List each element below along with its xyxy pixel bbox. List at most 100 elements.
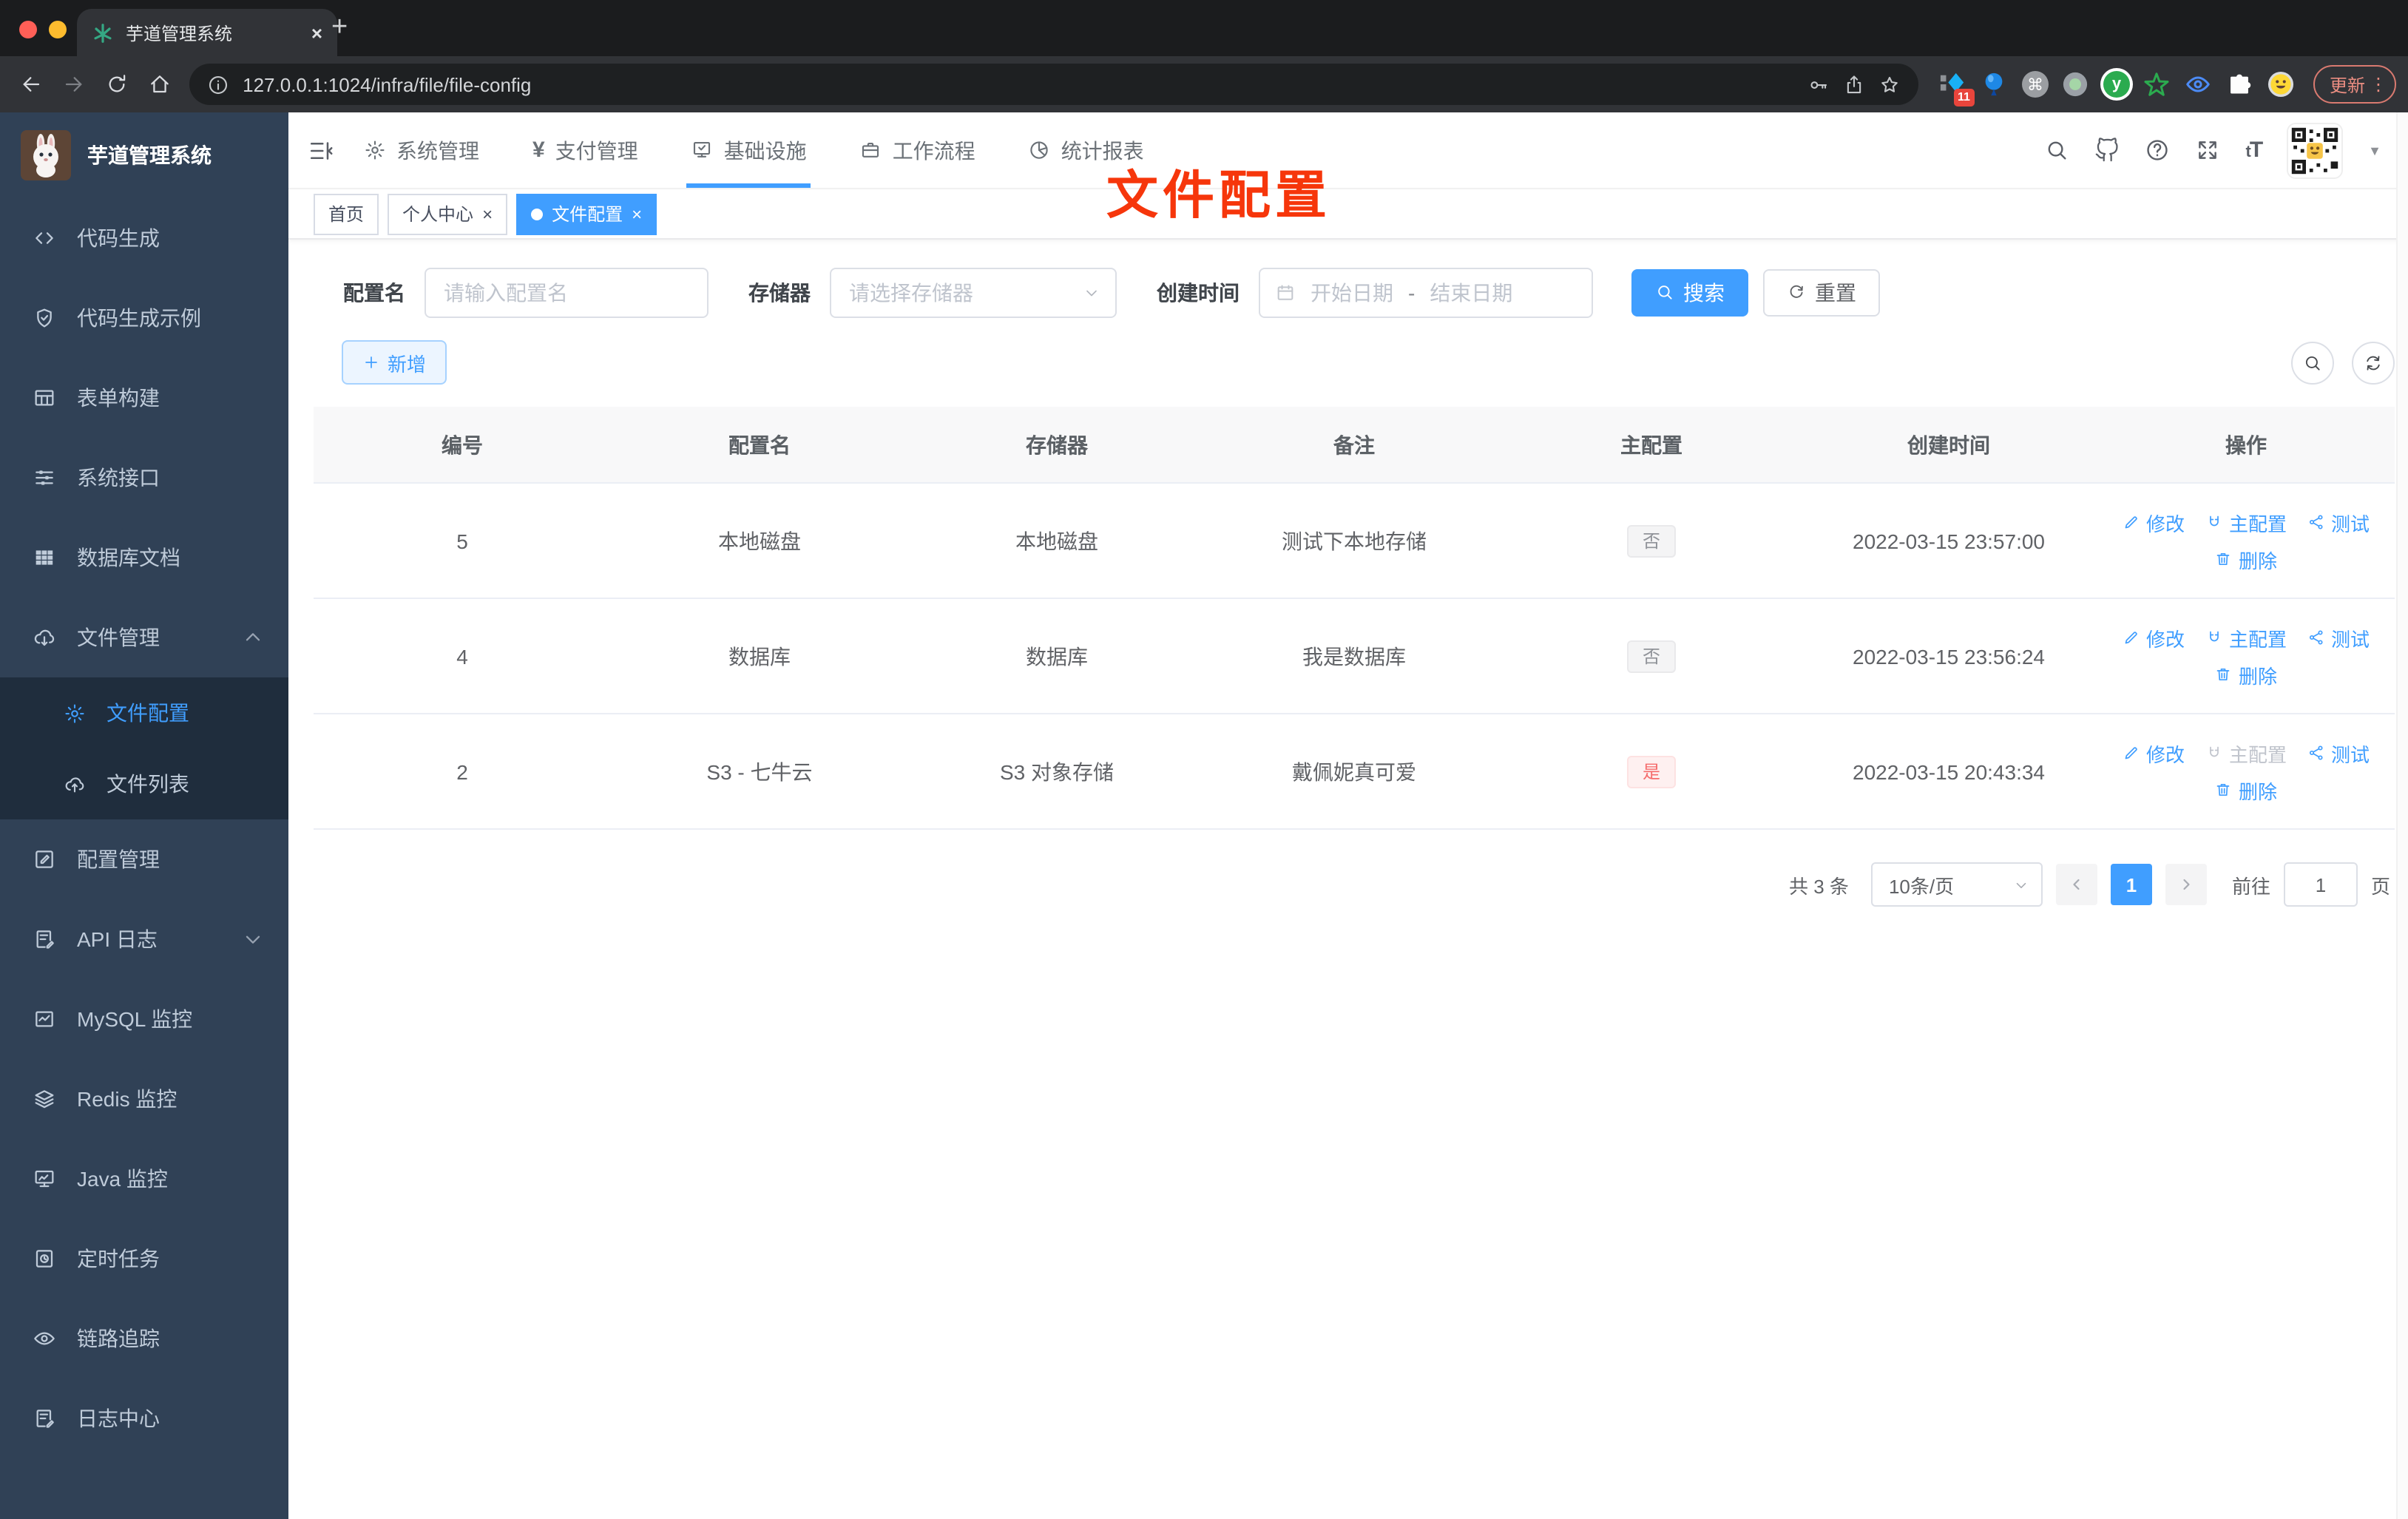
sidebar-item-Redis 监控[interactable]: Redis 监控 <box>0 1059 288 1139</box>
chevron-left-icon <box>2073 879 2080 890</box>
sidebar-item-数据库文档[interactable]: 数据库文档 <box>0 518 288 598</box>
table-row: 5 本地磁盘 本地磁盘 测试下本地存储否 2022-03-15 23:57:00 修改 主配… <box>314 483 2395 599</box>
sidebar-item-日志中心[interactable]: 日志中心 <box>0 1378 288 1458</box>
update-label: 更新 <box>2329 75 2365 95</box>
refresh-table-button[interactable] <box>2352 341 2395 384</box>
sidebar-item-系统接口[interactable]: 系统接口 <box>0 438 288 518</box>
close-icon[interactable]: × <box>482 205 493 223</box>
filter-date-range[interactable]: 开始日期 - 结束日期 <box>1259 267 1593 317</box>
extension-eye-icon[interactable] <box>2185 70 2213 98</box>
page-number-button[interactable]: 1 <box>2110 864 2152 905</box>
row-delete-link[interactable]: 删除 <box>2215 660 2277 689</box>
row-master-config-link[interactable]: 主配置 <box>2205 508 2287 536</box>
sidebar-item-MySQL 监控[interactable]: MySQL 监控 <box>0 979 288 1059</box>
tab-个人中心[interactable]: 个人中心 × <box>388 193 508 234</box>
sidebar-item-label: MySQL 监控 <box>77 1007 193 1031</box>
extension-puzzle-icon[interactable] <box>2226 70 2254 98</box>
page-scrollbar[interactable] <box>2396 112 2408 1519</box>
row-edit-link[interactable]: 修改 <box>2123 508 2185 536</box>
search-icon <box>1658 285 1672 300</box>
sidebar-item-API 日志[interactable]: API 日志 <box>0 899 288 979</box>
row-master-config-link[interactable]: 主配置 <box>2205 739 2287 767</box>
font-size-icon[interactable]: tT <box>2245 138 2263 163</box>
page-size-select[interactable]: 10条/页 <box>1870 862 2043 907</box>
filter-name-input[interactable] <box>425 267 708 317</box>
sidebar-item-配置管理[interactable]: 配置管理 <box>0 819 288 899</box>
sidebar-item-表单构建[interactable]: 表单构建 <box>0 358 288 438</box>
action-label: 修改 <box>2145 628 2185 650</box>
site-info-icon[interactable] <box>207 73 229 95</box>
search-icon[interactable] <box>2044 138 2069 163</box>
browser-tab[interactable]: 芋道管理系统 × <box>77 9 337 56</box>
chevron-down-icon[interactable]: ▼ <box>2368 143 2381 158</box>
topnav-统计报表[interactable]: 统计报表 <box>1029 112 1144 188</box>
column-header-创建时间: 创建时间 <box>1800 407 2097 484</box>
gear-icon <box>65 703 84 723</box>
share-icon[interactable] <box>1843 73 1865 95</box>
goto-page-input[interactable] <box>2283 862 2358 907</box>
sidebar-item-代码生成示例[interactable]: 代码生成示例 <box>0 278 288 358</box>
new-tab-button[interactable]: + <box>331 12 348 44</box>
stats-icon <box>1031 141 1049 159</box>
url-text[interactable]: 127.0.0.1:1024/infra/file/file-config <box>243 73 1794 95</box>
home-button[interactable] <box>141 65 177 104</box>
sidebar-item-Java 监控[interactable]: Java 监控 <box>0 1139 288 1219</box>
topnav-支付管理[interactable]: ¥ 支付管理 <box>532 112 638 188</box>
sidebar-item-代码生成[interactable]: 代码生成 <box>0 198 288 278</box>
close-icon[interactable]: × <box>632 205 642 223</box>
extension-y-icon[interactable]: y <box>2103 71 2130 98</box>
back-button[interactable] <box>12 65 49 104</box>
sidebar-item-文件列表[interactable]: 文件列表 <box>0 748 288 819</box>
cell-storage: 本地磁盘 <box>908 483 1205 599</box>
sidebar-item-链路追踪[interactable]: 链路追踪 <box>0 1299 288 1378</box>
fullscreen-icon[interactable] <box>2195 138 2220 163</box>
filter-storage-select[interactable]: 请选择存储器 <box>830 267 1117 317</box>
row-test-link[interactable]: 测试 <box>2307 739 2370 767</box>
prev-page-button[interactable] <box>2055 864 2097 905</box>
sidebar-item-label: 文件管理 <box>77 626 160 649</box>
tab-文件配置[interactable]: 文件配置 × <box>516 193 657 234</box>
forward-button[interactable] <box>55 65 92 104</box>
row-test-link[interactable]: 测试 <box>2307 508 2370 536</box>
topnav-基础设施[interactable]: 基础设施 <box>686 112 811 188</box>
edit-icon <box>2125 516 2137 529</box>
topnav-系统管理[interactable]: 系统管理 <box>364 112 479 188</box>
search-button[interactable]: 搜索 <box>1631 268 1748 316</box>
reload-button[interactable] <box>98 65 135 104</box>
row-edit-link[interactable]: 修改 <box>2123 739 2185 767</box>
topnav-工作流程[interactable]: 工作流程 <box>860 112 975 188</box>
show-search-button[interactable] <box>2291 341 2334 384</box>
browser-titlebar: 芋道管理系统 × + <box>0 0 2408 56</box>
bookmark-star-icon[interactable] <box>1878 73 1901 95</box>
table-row: 2 S3 - 七牛云 S3 对象存储 戴佩妮真可爱 是 2022-03-15 20:43:… <box>314 714 2395 830</box>
tab-首页[interactable]: 首页 <box>314 193 379 234</box>
password-key-icon[interactable] <box>1807 73 1830 95</box>
row-delete-link[interactable]: 删除 <box>2215 545 2277 573</box>
close-tab-icon[interactable]: × <box>311 21 322 44</box>
row-delete-link[interactable]: 删除 <box>2215 776 2277 804</box>
user-avatar[interactable] <box>2287 122 2344 178</box>
extension-star-icon[interactable] <box>2143 70 2171 98</box>
extension-diamond-icon[interactable]: 11 <box>1939 70 1975 106</box>
row-test-link[interactable]: 测试 <box>2307 623 2370 652</box>
add-button[interactable]: 新增 <box>342 340 447 385</box>
row-master-config-link[interactable]: 主配置 <box>2205 623 2287 652</box>
extension-dot-icon[interactable] <box>2062 70 2090 98</box>
close-window-button[interactable] <box>19 21 37 38</box>
github-icon[interactable] <box>2094 138 2120 163</box>
help-icon[interactable] <box>2145 138 2170 163</box>
address-bar[interactable]: 127.0.0.1:1024/infra/file/file-config <box>189 64 1918 105</box>
collapse-sidebar-icon[interactable] <box>308 137 334 163</box>
extension-command-icon[interactable]: ⌘ <box>2021 71 2049 98</box>
sidebar-item-文件管理[interactable]: 文件管理 <box>0 598 288 677</box>
extension-balloon-icon[interactable] <box>1981 70 2009 98</box>
sidebar-logo-row[interactable]: 芋道管理系统 <box>0 112 288 198</box>
extension-emoji-icon[interactable] <box>2267 70 2296 98</box>
row-edit-link[interactable]: 修改 <box>2123 623 2185 652</box>
browser-update-button[interactable]: 更新 ⋮ <box>2313 65 2396 104</box>
reset-button[interactable]: 重置 <box>1763 268 1880 316</box>
sidebar-item-定时任务[interactable]: 定时任务 <box>0 1219 288 1299</box>
sidebar-item-文件配置[interactable]: 文件配置 <box>0 677 288 748</box>
minimize-window-button[interactable] <box>49 21 67 38</box>
next-page-button[interactable] <box>2165 864 2207 905</box>
